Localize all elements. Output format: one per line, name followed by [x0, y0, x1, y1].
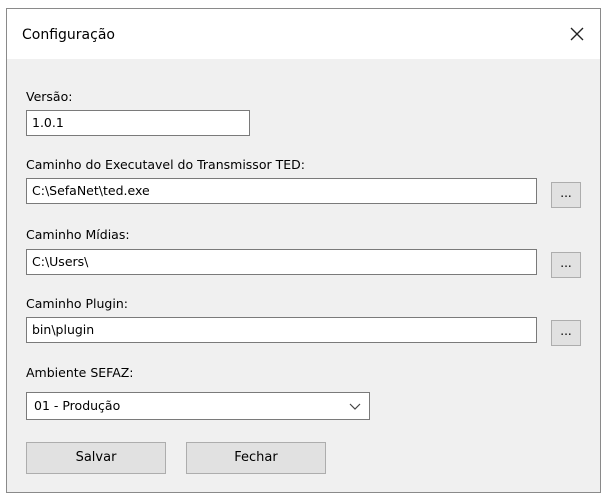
save-button[interactable]: Salvar	[26, 442, 166, 474]
version-field[interactable]: 1.0.1	[26, 110, 250, 136]
close-dialog-button[interactable]: Fechar	[186, 442, 326, 474]
plugin-path-label: Caminho Plugin:	[26, 296, 128, 311]
version-label: Versão:	[26, 89, 73, 104]
ted-path-field[interactable]: C:\SefaNet\ted.exe	[26, 178, 537, 204]
dialog-title: Configuração	[22, 27, 115, 43]
close-icon	[570, 27, 584, 41]
title-bar: Configuração	[7, 9, 600, 59]
media-path-browse-button[interactable]: ...	[551, 252, 581, 278]
chevron-down-icon	[349, 403, 361, 410]
media-path-label: Caminho Mídias:	[26, 227, 130, 242]
configuration-dialog: Configuração Versão: 1.0.1 Caminho do Ex…	[6, 8, 601, 493]
plugin-path-browse-button[interactable]: ...	[551, 320, 581, 346]
environment-dropdown[interactable]: 01 - Produção	[26, 392, 370, 420]
environment-selected-value: 01 - Produção	[34, 398, 121, 413]
media-path-field[interactable]: C:\Users\	[26, 249, 537, 275]
ted-path-browse-button[interactable]: ...	[551, 182, 581, 208]
close-button[interactable]	[554, 9, 600, 59]
plugin-path-field[interactable]: bin\plugin	[26, 317, 537, 343]
environment-label: Ambiente SEFAZ:	[26, 365, 134, 380]
ted-path-label: Caminho do Executavel do Transmissor TED…	[26, 157, 305, 172]
